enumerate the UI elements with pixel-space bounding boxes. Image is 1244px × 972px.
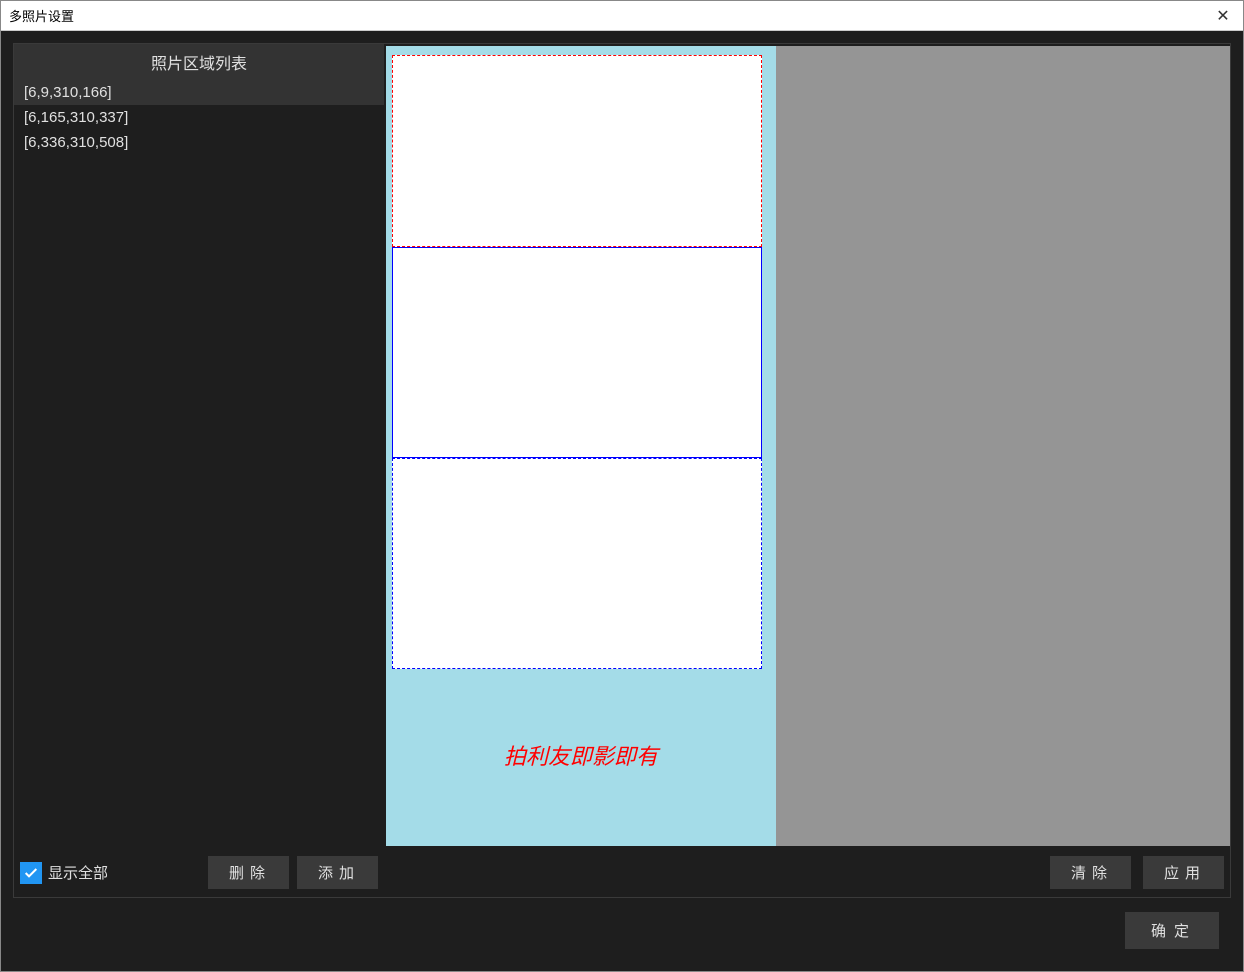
delete-button[interactable]: 删除 <box>208 856 289 889</box>
footer: 确定 <box>13 898 1231 959</box>
close-button[interactable]: ✕ <box>1211 4 1235 28</box>
photo-region-2[interactable] <box>392 247 762 458</box>
region-list-item[interactable]: [6,336,310,508] <box>14 130 384 155</box>
titlebar: 多照片设置 ✕ <box>1 1 1243 31</box>
preview-area: 拍利友即影即有 <box>384 44 1230 848</box>
show-all-checkbox[interactable] <box>20 862 42 884</box>
window: 多照片设置 ✕ 照片区域列表 [6,9,310,166] [6,165,310,… <box>0 0 1244 972</box>
show-all-label: 显示全部 <box>48 862 108 883</box>
preview-panel: 拍利友即影即有 清除 应用 <box>384 44 1230 897</box>
region-list[interactable]: [6,9,310,166] [6,165,310,337] [6,336,310… <box>14 80 384 848</box>
region-list-item[interactable]: [6,165,310,337] <box>14 105 384 130</box>
region-list-item[interactable]: [6,9,310,166] <box>14 80 384 105</box>
apply-button[interactable]: 应用 <box>1143 856 1224 889</box>
photo-region-1[interactable] <box>392 55 762 247</box>
template-canvas[interactable]: 拍利友即影即有 <box>386 46 776 846</box>
check-icon <box>23 865 39 881</box>
window-title: 多照片设置 <box>9 6 74 25</box>
left-toolbar: 显示全部 删除 添加 <box>14 848 384 897</box>
left-panel: 照片区域列表 [6,9,310,166] [6,165,310,337] [6,… <box>14 44 384 897</box>
close-icon: ✕ <box>1216 6 1229 26</box>
preview-background <box>776 46 1230 846</box>
photo-region-3[interactable] <box>392 458 762 669</box>
clear-button[interactable]: 清除 <box>1050 856 1131 889</box>
content-area: 照片区域列表 [6,9,310,166] [6,165,310,337] [6,… <box>1 31 1243 971</box>
region-list-header: 照片区域列表 <box>14 44 384 80</box>
main-area: 照片区域列表 [6,9,310,166] [6,165,310,337] [6,… <box>13 43 1231 898</box>
preview-toolbar: 清除 应用 <box>384 848 1230 897</box>
show-all-checkbox-wrap[interactable]: 显示全部 <box>20 862 200 884</box>
watermark-text: 拍利友即影即有 <box>386 739 776 771</box>
add-button[interactable]: 添加 <box>297 856 378 889</box>
ok-button[interactable]: 确定 <box>1125 912 1219 949</box>
